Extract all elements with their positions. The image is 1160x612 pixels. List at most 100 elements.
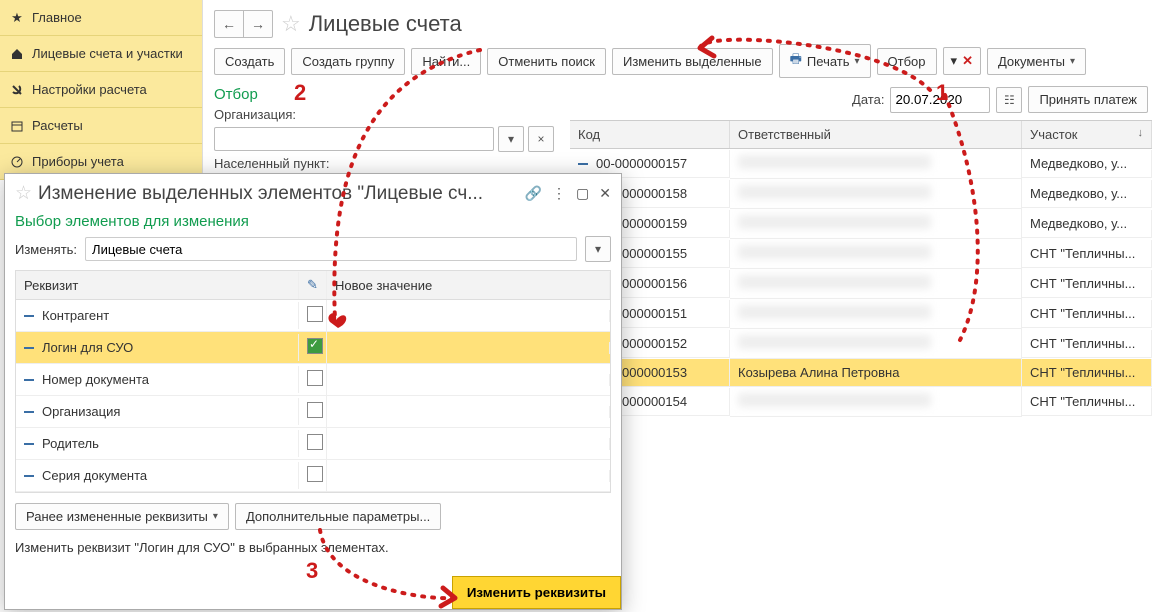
cell-area: СНТ "Тепличны... [1022, 270, 1152, 298]
blurred-text [738, 305, 931, 319]
sidebar-item-calculations[interactable]: Расчеты [0, 108, 202, 144]
cell-area: СНТ "Тепличны... [1022, 388, 1152, 416]
requisite-name-cell: Родитель [16, 430, 299, 457]
requisite-row[interactable]: Серия документа [16, 460, 610, 492]
checkbox[interactable] [307, 434, 323, 450]
checkbox[interactable] [307, 370, 323, 386]
clear-filter-button[interactable]: ▾✕ [943, 47, 981, 75]
page-title: Лицевые счета [309, 11, 462, 37]
cell-responsible [730, 209, 1022, 239]
modal-hint: Изменить реквизит "Логин для СУО" в выбр… [5, 540, 621, 565]
sidebar-item-calc-settings[interactable]: Настройки расчета [0, 72, 202, 108]
modal-titlebar: ☆ Изменение выделенных элементов "Лицевы… [5, 174, 621, 213]
blurred-text [738, 245, 931, 259]
filter-org-dropdown-button[interactable]: ▾ [498, 126, 524, 152]
sidebar-item-main[interactable]: ★ Главное [0, 0, 202, 36]
requisite-checkbox-cell[interactable] [299, 364, 327, 395]
cell-responsible [730, 179, 1022, 209]
cell-area: СНТ "Тепличны... [1022, 240, 1152, 268]
requisite-newvalue-cell [327, 310, 610, 322]
sidebar-item-label: Лицевые счета и участки [32, 46, 183, 61]
more-icon[interactable]: ⋮ [552, 185, 566, 202]
checkbox[interactable] [307, 402, 323, 418]
link-icon[interactable]: 🔗 [525, 185, 542, 202]
requisite-checkbox-cell[interactable] [299, 396, 327, 427]
row-dash-icon [24, 475, 34, 477]
cell-area: СНТ "Тепличны... [1022, 330, 1152, 358]
table-row[interactable]: 00-0000000155СНТ "Тепличны... [570, 239, 1152, 269]
filter-org-input[interactable] [214, 127, 494, 151]
chevron-down-icon: ▾ [595, 242, 601, 256]
blurred-text [738, 215, 931, 229]
title-row: ← → ☆ Лицевые счета [202, 0, 1160, 44]
maximize-icon[interactable]: ▢ [576, 185, 589, 202]
requisite-row[interactable]: Номер документа [16, 364, 610, 396]
chevron-down-icon: ▾ [213, 511, 218, 522]
sidebar-item-accounts[interactable]: Лицевые счета и участки [0, 36, 202, 72]
table-row[interactable]: 00-0000000159Медведково, у... [570, 209, 1152, 239]
table-row[interactable]: 00-0000000153Козырева Алина ПетровнаСНТ … [570, 359, 1152, 387]
table-row[interactable]: 00-0000000151СНТ "Тепличны... [570, 299, 1152, 329]
requisite-row[interactable]: Контрагент [16, 300, 610, 332]
col-new-value[interactable]: Новое значение [327, 272, 610, 299]
col-code[interactable]: Код [570, 121, 730, 148]
date-picker-button[interactable]: ☷ [996, 87, 1022, 113]
blurred-text [738, 335, 931, 349]
date-input[interactable] [890, 87, 990, 113]
find-button[interactable]: Найти... [411, 48, 481, 75]
sidebar-item-label: Приборы учета [32, 154, 124, 169]
filter-org-label: Организация: [214, 107, 296, 122]
documents-button[interactable]: Документы ▾ [987, 48, 1086, 75]
extra-params-button[interactable]: Дополнительные параметры... [235, 503, 441, 530]
cell-area: Медведково, у... [1022, 150, 1152, 178]
change-selected-button[interactable]: Изменить выделенные [612, 48, 773, 75]
accept-payment-button[interactable]: Принять платеж [1028, 86, 1148, 113]
col-area[interactable]: Участок ↓ [1022, 121, 1152, 148]
sidebar-item-label: Расчеты [32, 118, 83, 133]
favorite-star-icon[interactable]: ☆ [281, 11, 301, 37]
sort-arrow-icon: ↓ [1138, 127, 1144, 139]
close-icon[interactable]: ✕ [599, 185, 611, 202]
checkbox[interactable] [307, 306, 323, 322]
requisite-checkbox-cell[interactable] [299, 332, 327, 363]
col-requisite[interactable]: Реквизит [16, 272, 299, 299]
commit-change-button[interactable]: Изменить реквизиты [452, 576, 621, 609]
requisite-newvalue-cell[interactable] [327, 342, 610, 354]
filter-town-label: Населенный пункт: [214, 156, 329, 171]
favorite-star-icon[interactable]: ☆ [15, 182, 32, 205]
requisite-row[interactable]: Логин для СУО [16, 332, 610, 364]
meter-icon [10, 155, 24, 169]
change-target-input[interactable] [85, 237, 577, 261]
requisites-header: Реквизит ✎ Новое значение [16, 271, 610, 300]
requisite-row[interactable]: Организация [16, 396, 610, 428]
create-button[interactable]: Создать [214, 48, 285, 75]
checkbox[interactable] [307, 466, 323, 482]
cancel-search-button[interactable]: Отменить поиск [487, 48, 606, 75]
requisite-checkbox-cell[interactable] [299, 428, 327, 459]
table-row[interactable]: 00-0000000156СНТ "Тепличны... [570, 269, 1152, 299]
table-row[interactable]: 00-0000000157Медведково, у... [570, 149, 1152, 179]
requisite-row[interactable]: Родитель [16, 428, 610, 460]
checkbox[interactable] [307, 338, 323, 354]
requisite-checkbox-cell[interactable] [299, 300, 327, 331]
table-row[interactable]: 00-0000000154СНТ "Тепличны... [570, 387, 1152, 417]
nav-back-button[interactable]: ← [214, 10, 243, 38]
nav-forward-button[interactable]: → [243, 10, 273, 38]
filter-org-clear-button[interactable]: × [528, 126, 554, 152]
table-row[interactable]: 00-0000000158Медведково, у... [570, 179, 1152, 209]
create-group-button[interactable]: Создать группу [291, 48, 405, 75]
calendar-icon: ☷ [1004, 93, 1015, 107]
chevron-down-icon: ▾ [1070, 56, 1075, 67]
requisite-checkbox-cell[interactable] [299, 460, 327, 491]
table-row[interactable]: 00-0000000152СНТ "Тепличны... [570, 329, 1152, 359]
col-responsible[interactable]: Ответственный [730, 121, 1022, 148]
printer-icon: 🖶 [790, 50, 802, 72]
change-target-dropdown[interactable]: ▾ [585, 236, 611, 262]
row-dash-icon [24, 379, 34, 381]
cell-responsible [730, 269, 1022, 299]
cell-responsible [730, 239, 1022, 269]
prev-changed-requisites-button[interactable]: Ранее измененные реквизиты ▾ [15, 503, 229, 530]
filter-button[interactable]: Отбор [877, 48, 937, 75]
print-button[interactable]: 🖶 Печать ▾ [779, 44, 871, 78]
requisite-name-cell: Серия документа [16, 462, 299, 489]
